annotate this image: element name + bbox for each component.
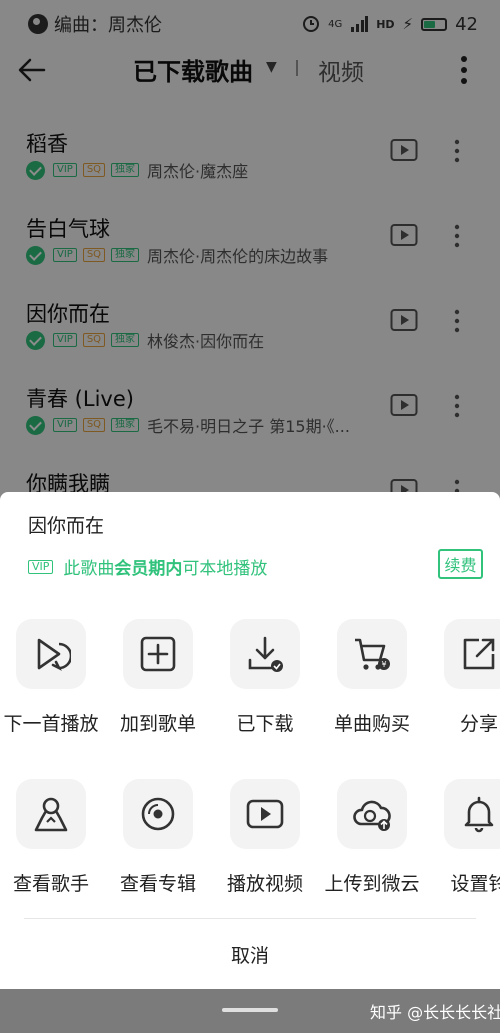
action-label: 已下载 <box>236 713 294 735</box>
add-playlist-icon <box>140 636 176 672</box>
action-label: 上传到微云 <box>324 873 420 895</box>
downloaded-icon <box>248 636 283 672</box>
action-label: 加到歌单 <box>119 713 196 735</box>
action-row-2: 查看歌手 查看专辑 播放视频 上传到微云 设置铃 <box>0 779 500 919</box>
watermark: 知乎 @长长长长社 <box>370 1003 500 1022</box>
action-row-1: 下一首播放 加到歌单 已下载 ¥ 单曲购买 分享 <box>0 619 500 759</box>
home-indicator[interactable] <box>222 1008 278 1012</box>
action-buy-single[interactable]: ¥ 单曲购买 <box>319 619 427 759</box>
action-downloaded[interactable]: 已下载 <box>212 619 320 759</box>
action-label: 播放视频 <box>226 873 303 895</box>
action-label: 下一首播放 <box>3 713 99 735</box>
share-icon <box>463 638 495 670</box>
action-label: 设置铃 <box>450 873 500 895</box>
song-action-sheet: 因你而在 VIP 此歌曲会员期内可本地播放 续费 下一首播放 加到歌单 已下载 … <box>0 492 500 989</box>
action-add-playlist[interactable]: 加到歌单 <box>105 619 213 759</box>
svg-text:¥: ¥ <box>381 660 386 669</box>
action-play-video[interactable]: 播放视频 <box>212 779 320 919</box>
vip-notice-text: 此歌曲会员期内可本地播放 <box>63 559 268 579</box>
action-upload-weiyun[interactable]: 上传到微云 <box>319 779 427 919</box>
video-icon <box>246 799 284 829</box>
vip-notice: VIP 此歌曲会员期内可本地播放 <box>28 554 267 579</box>
singer-icon <box>34 797 68 832</box>
sheet-song-title: 因你而在 <box>28 515 105 537</box>
vip-badge: VIP <box>28 559 54 574</box>
cloud-upload-icon <box>353 800 391 831</box>
play-next-icon <box>37 638 71 671</box>
cancel-button[interactable]: 取消 <box>0 919 500 989</box>
action-set-ringtone[interactable]: 设置铃 <box>426 779 500 919</box>
action-view-album[interactable]: 查看专辑 <box>105 779 213 919</box>
system-nav-bar: 知乎 @长长长长社 <box>0 989 500 1033</box>
action-label: 单曲购买 <box>333 713 410 735</box>
action-share[interactable]: 分享 <box>426 619 500 759</box>
bell-icon <box>464 796 494 833</box>
action-view-singer[interactable]: 查看歌手 <box>0 779 106 919</box>
action-play-next[interactable]: 下一首播放 <box>0 619 106 759</box>
cart-icon: ¥ <box>355 638 390 670</box>
album-icon <box>141 797 175 831</box>
action-label: 查看歌手 <box>12 873 89 895</box>
action-label: 查看专辑 <box>119 873 196 895</box>
renew-button[interactable]: 续费 <box>438 549 483 579</box>
action-label: 分享 <box>459 713 498 735</box>
